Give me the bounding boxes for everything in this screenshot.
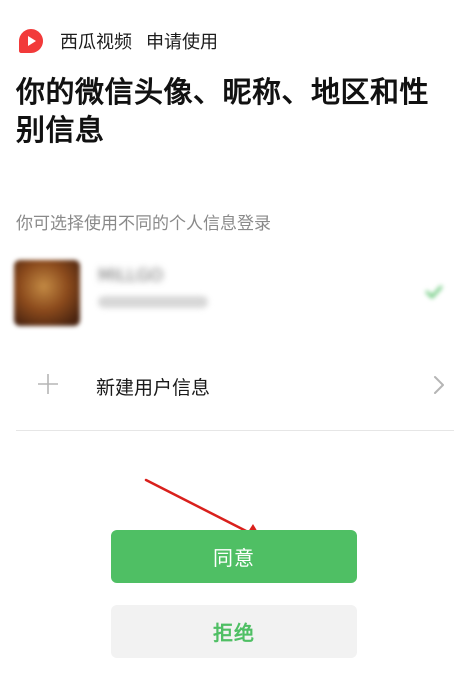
app-name: 西瓜视频 — [60, 32, 132, 53]
new-user-info-row[interactable]: 新建用户信息 — [0, 357, 454, 417]
check-icon — [425, 285, 443, 299]
plus-icon — [38, 374, 58, 394]
subtitle: 你可选择使用不同的个人信息登录 — [16, 214, 271, 234]
xigua-video-logo-icon — [16, 26, 46, 56]
new-user-info-label: 新建用户信息 — [96, 377, 211, 399]
reject-button[interactable]: 拒绝 — [111, 605, 357, 658]
agree-button[interactable]: 同意 — [111, 530, 357, 583]
authorization-page: 西瓜视频 申请使用 你的微信头像、昵称、地区和性别信息 你可选择使用不同的个人信… — [0, 0, 454, 683]
account-option-row[interactable]: MILLGO — [0, 232, 454, 342]
account-detail-placeholder — [98, 296, 208, 308]
header: 西瓜视频 申请使用 — [16, 26, 218, 56]
avatar — [14, 260, 80, 326]
page-title: 你的微信头像、昵称、地区和性别信息 — [16, 75, 430, 147]
account-nickname: MILLGO — [98, 266, 164, 286]
chevron-right-icon — [434, 376, 444, 394]
request-text: 申请使用 — [146, 32, 218, 53]
divider — [16, 430, 454, 431]
